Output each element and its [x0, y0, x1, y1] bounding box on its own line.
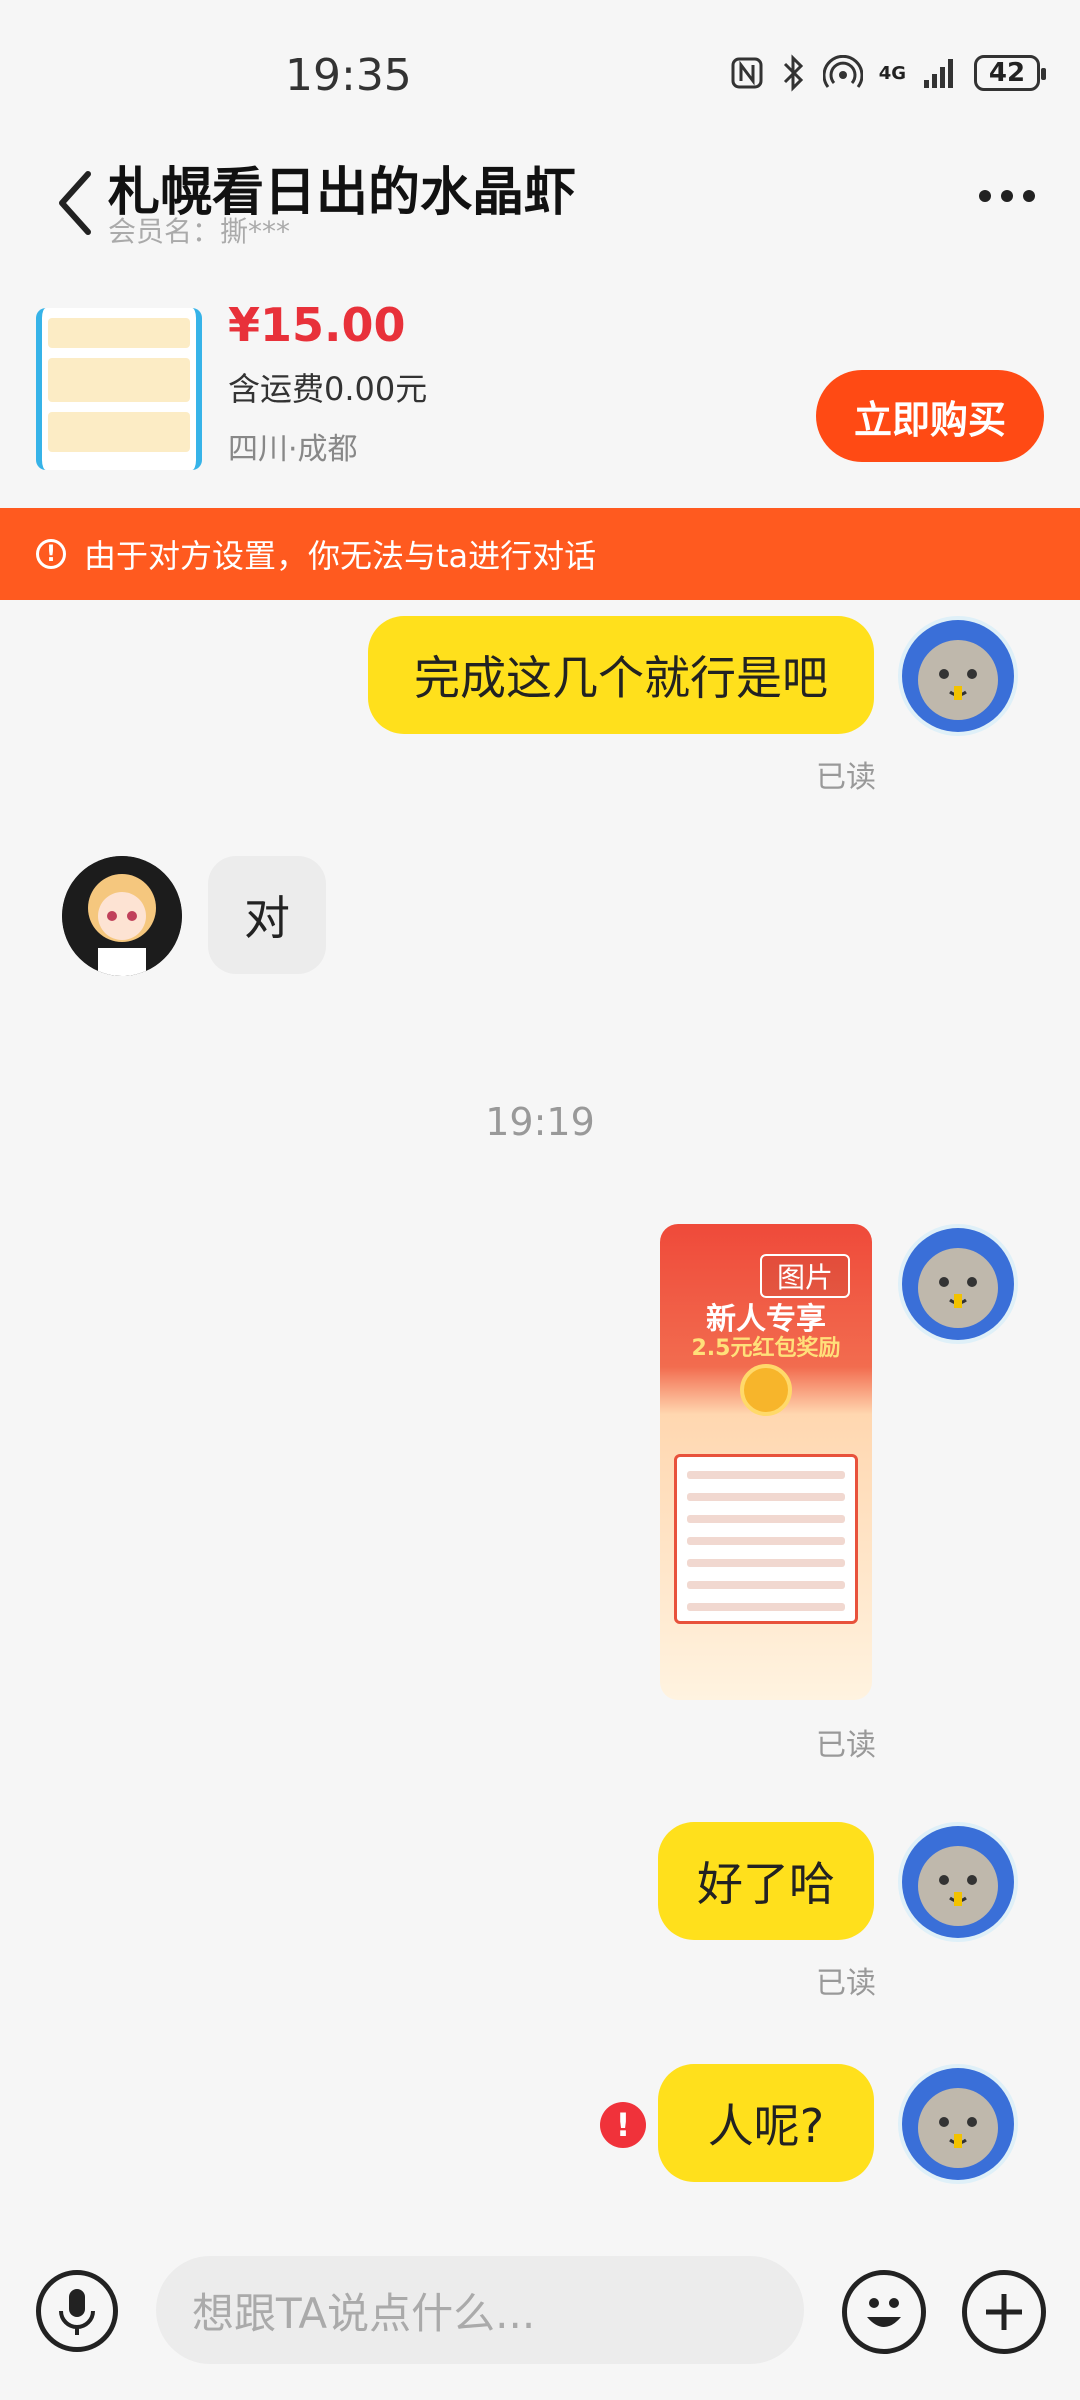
read-status: 已读 [816, 760, 876, 795]
read-status: 已读 [816, 1728, 876, 1763]
message-bubble-other[interactable]: 对 [208, 856, 326, 974]
message-bubble-self[interactable]: 人呢? [658, 2064, 874, 2182]
message-bubble-self[interactable]: 好了哈 [658, 1822, 874, 1940]
image-subtitle: 2.5元红包奖励 [691, 1336, 841, 1361]
self-avatar[interactable] [898, 616, 1018, 736]
image-message[interactable]: 图片 新人专享 2.5元红包奖励 [660, 1224, 872, 1700]
signal-icon [924, 59, 953, 88]
seller-avatar[interactable] [62, 856, 182, 976]
status-icons: 4G 42 [729, 54, 1046, 92]
status-time: 19:35 [285, 50, 412, 101]
product-price: ¥15.00 [228, 298, 406, 352]
self-avatar[interactable] [898, 1822, 1018, 1942]
self-avatar[interactable] [898, 2064, 1018, 2184]
message-input[interactable]: 想跟TA说点什么... [156, 2256, 804, 2364]
self-avatar[interactable] [898, 1224, 1018, 1344]
emoji-icon[interactable] [842, 2270, 926, 2354]
product-thumbnail[interactable] [36, 308, 202, 470]
task-list-panel [674, 1454, 858, 1624]
image-badge: 图片 [760, 1254, 850, 1298]
bluetooth-icon [783, 54, 803, 92]
read-status: 已读 [816, 1966, 876, 2001]
restriction-banner: ! 由于对方设置，你无法与ta进行对话 [0, 508, 1080, 600]
battery-indicator: 42 [974, 55, 1046, 91]
message-bubble-self[interactable]: 完成这几个就行是吧 [368, 616, 874, 734]
alert-icon: ! [36, 539, 66, 569]
nfc-icon [731, 57, 763, 89]
voice-input-icon[interactable] [36, 2270, 118, 2352]
back-icon[interactable] [52, 168, 102, 238]
more-options-icon[interactable] [979, 190, 1035, 202]
add-attachment-icon[interactable] [962, 2270, 1046, 2354]
member-name: 会员名：撕*** [108, 215, 291, 248]
hotspot-icon [822, 55, 863, 88]
coin-icon [740, 1364, 792, 1416]
buy-now-button[interactable]: 立即购买 [816, 370, 1044, 462]
send-failed-icon[interactable]: ! [600, 2102, 646, 2148]
message-timestamp: 19:19 [485, 1100, 595, 1144]
banner-text: 由于对方设置，你无法与ta进行对话 [84, 537, 597, 575]
network-type: 4G [878, 62, 906, 84]
shipping-fee: 含运费0.00元 [228, 370, 428, 408]
product-location: 四川·成都 [228, 432, 358, 467]
